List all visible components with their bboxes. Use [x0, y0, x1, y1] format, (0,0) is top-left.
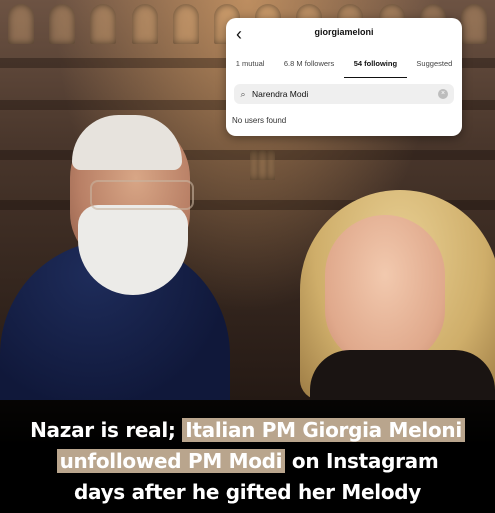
- instagram-following-card: ‹ giorgiameloni 1 mutual 6.8 M followers…: [226, 18, 462, 136]
- caption-line-2: unfollowed PM Modi on Instagram: [0, 449, 495, 473]
- search-query: Narendra Modi: [252, 89, 309, 99]
- caption-highlight: Italian PM Giorgia Meloni: [182, 418, 465, 442]
- tab-mutual[interactable]: 1 mutual: [226, 58, 274, 78]
- caption-highlight: unfollowed PM Modi: [56, 449, 286, 473]
- glasses: [90, 180, 194, 210]
- tab-followers[interactable]: 6.8 M followers: [274, 58, 344, 78]
- tab-suggested[interactable]: Suggested: [407, 58, 462, 78]
- headline-caption: Nazar is real; Italian PM Giorgia Meloni…: [0, 400, 495, 513]
- woman-face: [325, 215, 445, 365]
- clear-icon[interactable]: ×: [438, 89, 448, 99]
- caption-text: on Instagram: [291, 449, 439, 473]
- search-icon: ⌕: [240, 88, 246, 99]
- search-input[interactable]: ⌕ Narendra Modi ×: [234, 84, 454, 104]
- profile-tabs: 1 mutual 6.8 M followers 54 following Su…: [226, 58, 462, 78]
- profile-username: giorgiameloni: [314, 27, 374, 37]
- caption-line-1: Nazar is real; Italian PM Giorgia Meloni: [0, 418, 495, 442]
- caption-text: Nazar is real;: [30, 418, 176, 442]
- tab-following[interactable]: 54 following: [344, 58, 407, 78]
- caption-line-3: days after he gifted her Melody: [73, 480, 422, 504]
- empty-result-message: No users found: [232, 116, 287, 125]
